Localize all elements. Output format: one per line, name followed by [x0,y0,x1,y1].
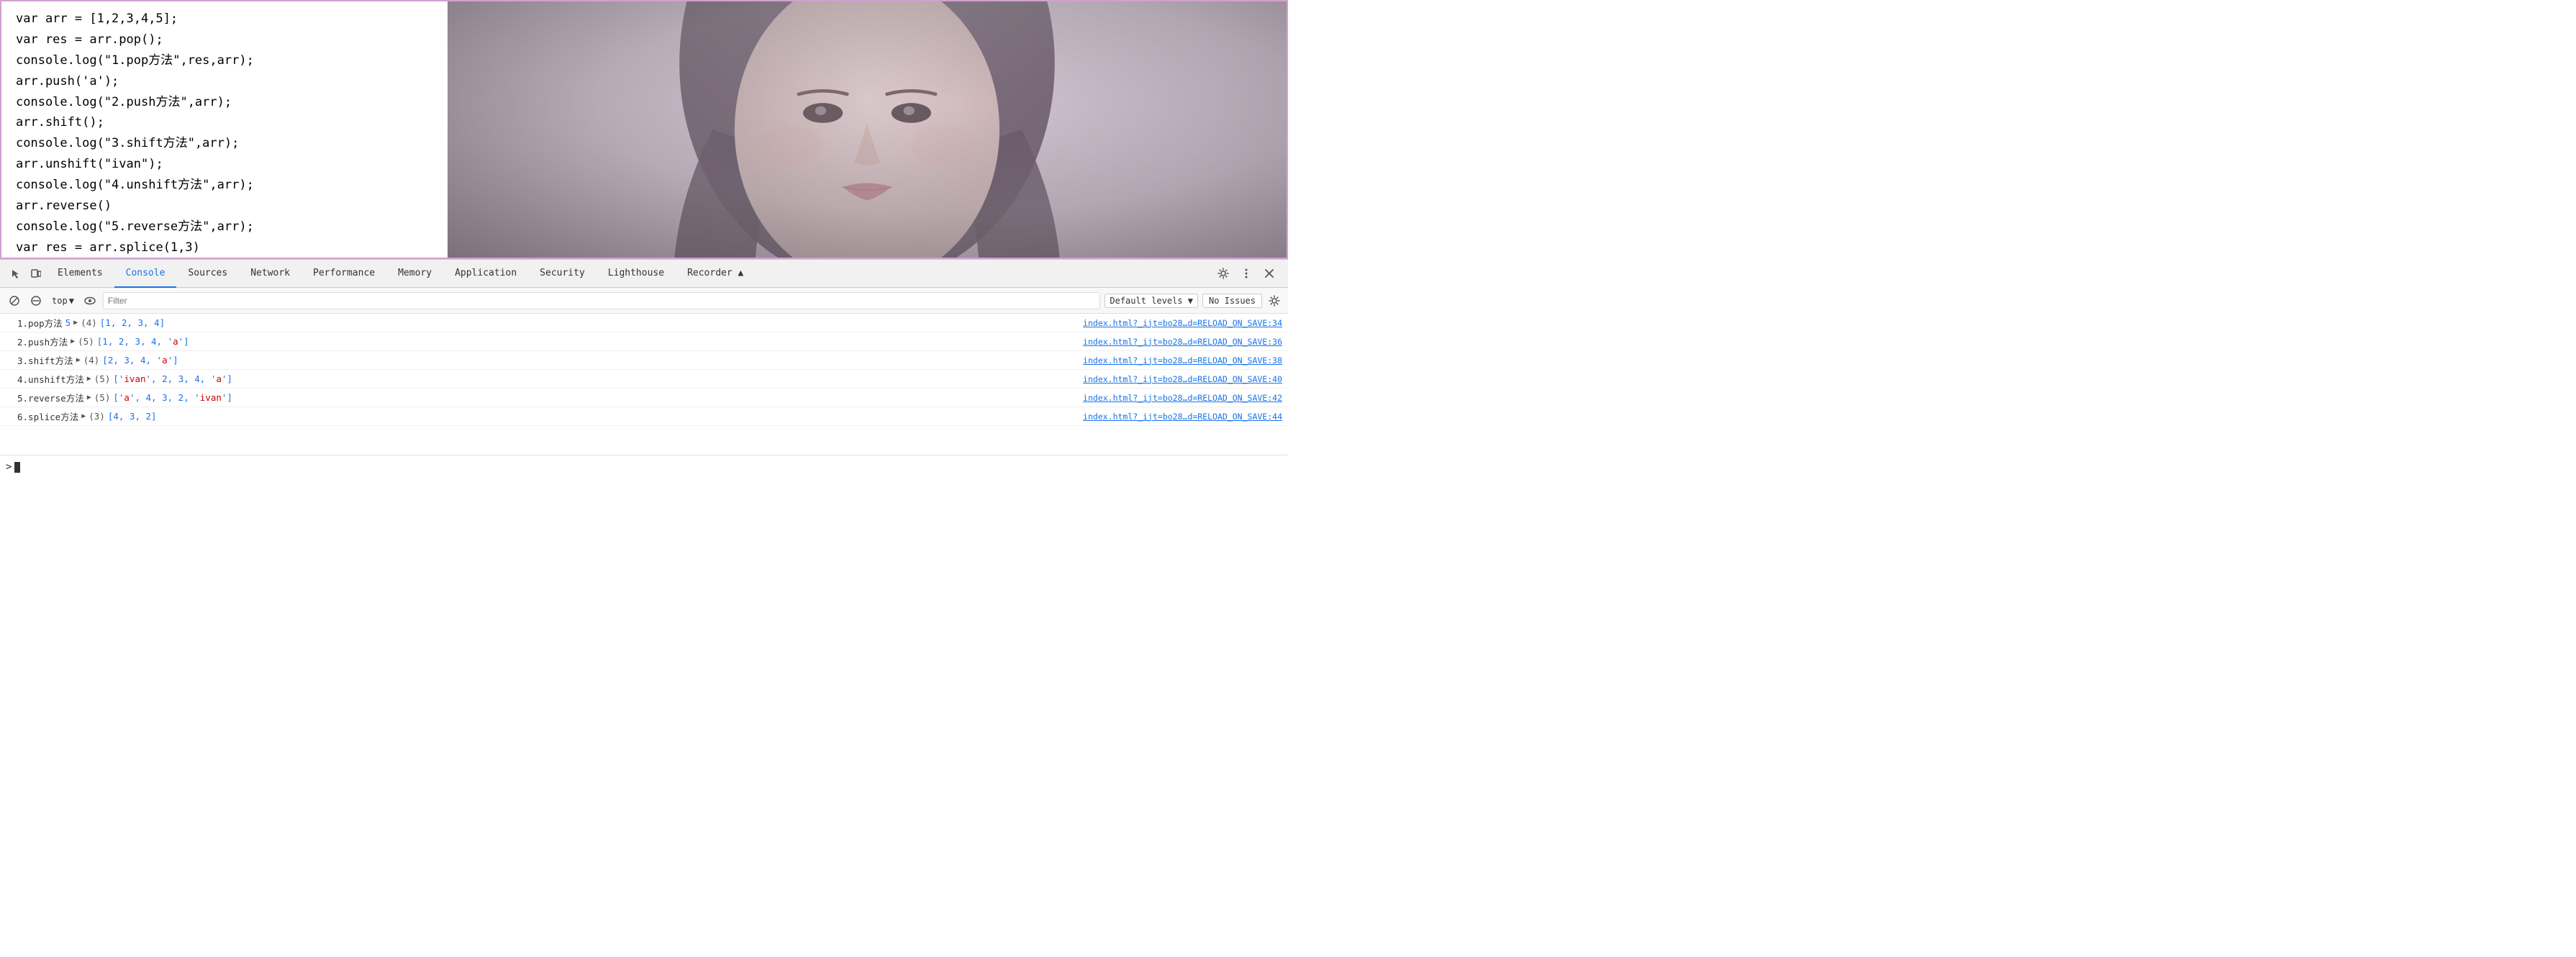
console-row: 3.shift方法 ▶ (4) [2, 3, 4, 'a'] index.htm… [0,351,1288,370]
top-context-dropdown[interactable]: top ▼ [49,294,77,307]
eye-icon[interactable] [81,292,99,309]
console-input-line[interactable]: > [0,455,1288,478]
no-issues-badge[interactable]: No Issues [1202,294,1262,308]
top-section: var arr = [1,2,3,4,5]; var res = arr.pop… [0,0,1288,259]
expand-triangle[interactable]: ▶ [87,394,91,402]
array-count: (4) [81,317,97,328]
method-name: 4.unshift方法 [17,372,84,386]
clear-console-icon[interactable] [6,292,23,309]
page-preview-image [448,1,1287,258]
console-row-content: 1.pop方法 5 ▶ (4) [1, 2, 3, 4] [17,316,165,330]
array-content: [2, 3, 4, 'a'] [102,355,178,366]
block-icon[interactable] [27,292,45,309]
default-levels-label: Default levels ▼ [1110,296,1193,306]
expand-triangle[interactable]: ▶ [87,375,91,383]
source-link[interactable]: index.html?_ijt=bo28…d=RELOAD_ON_SAVE:34 [1083,318,1282,328]
console-row: 1.pop方法 5 ▶ (4) [1, 2, 3, 4] index.html?… [0,314,1288,332]
array-content: [4, 3, 2] [108,411,157,422]
tab-sources[interactable]: Sources [176,259,239,288]
expand-triangle[interactable]: ▶ [71,337,75,345]
array-content: ['ivan', 2, 3, 4, 'a'] [113,373,232,384]
close-icon[interactable] [1259,263,1279,284]
console-settings-icon[interactable] [1266,293,1282,309]
array-content: [1, 2, 3, 4] [100,317,165,328]
array-count: (5) [78,336,94,347]
tab-security[interactable]: Security [528,259,597,288]
method-name: 1.pop方法 [17,316,63,330]
code-editor: var arr = [1,2,3,4,5]; var res = arr.pop… [1,1,448,258]
tab-application[interactable]: Application [443,259,528,288]
source-link[interactable]: index.html?_ijt=bo28…d=RELOAD_ON_SAVE:36 [1083,337,1282,347]
result-value: 5 [65,317,71,328]
dropdown-arrow: ▼ [69,296,74,306]
console-row-content: 2.push方法 ▶ (5) [1, 2, 3, 4, 'a'] [17,335,189,348]
console-row-content: 5.reverse方法 ▶ (5) ['a', 4, 3, 2, 'ivan'] [17,391,232,404]
console-row-content: 4.unshift方法 ▶ (5) ['ivan', 2, 3, 4, 'a'] [17,372,232,386]
tab-memory[interactable]: Memory [386,259,443,288]
expand-triangle[interactable]: ▶ [73,319,78,327]
console-row: 4.unshift方法 ▶ (5) ['ivan', 2, 3, 4, 'a']… [0,370,1288,389]
console-output: 1.pop方法 5 ▶ (4) [1, 2, 3, 4] index.html?… [0,314,1288,455]
array-count: (5) [94,373,111,384]
tab-console[interactable]: Console [114,259,177,288]
method-name: 5.reverse方法 [17,391,84,404]
no-issues-label: No Issues [1209,296,1256,306]
console-toolbar: top ▼ Default levels ▼ No Issues [0,288,1288,314]
source-link[interactable]: index.html?_ijt=bo28…d=RELOAD_ON_SAVE:38 [1083,355,1282,366]
tab-performance[interactable]: Performance [301,259,386,288]
cursor-icon[interactable] [6,263,26,284]
devtools-tabs: Elements Console Sources Network Perform… [46,259,1213,288]
expand-triangle[interactable]: ▶ [81,412,86,420]
method-name: 2.push方法 [17,335,68,348]
tab-lighthouse[interactable]: Lighthouse [597,259,676,288]
array-count: (4) [83,355,100,366]
portrait-svg [448,1,1287,258]
method-name: 6.splice方法 [17,409,78,423]
console-row: 5.reverse方法 ▶ (5) ['a', 4, 3, 2, 'ivan']… [0,389,1288,407]
console-row-content: 3.shift方法 ▶ (4) [2, 3, 4, 'a'] [17,353,178,367]
top-label: top [52,296,68,306]
tab-recorder[interactable]: Recorder ▲ [676,259,755,288]
array-content: [1, 2, 3, 4, 'a'] [97,336,189,347]
source-link[interactable]: index.html?_ijt=bo28…d=RELOAD_ON_SAVE:40 [1083,374,1282,384]
method-name: 3.shift方法 [17,353,73,367]
tab-network[interactable]: Network [239,259,301,288]
console-row-content: 6.splice方法 ▶ (3) [4, 3, 2] [17,409,157,423]
console-row: 2.push方法 ▶ (5) [1, 2, 3, 4, 'a'] index.h… [0,332,1288,351]
settings-icon[interactable] [1213,263,1233,284]
console-cursor [14,462,20,473]
array-count: (3) [89,411,105,422]
source-link[interactable]: index.html?_ijt=bo28…d=RELOAD_ON_SAVE:44 [1083,412,1282,422]
device-toggle-icon[interactable] [26,263,46,284]
array-content: ['a', 4, 3, 2, 'ivan'] [113,392,232,403]
default-levels-dropdown[interactable]: Default levels ▼ [1105,294,1198,308]
tab-elements[interactable]: Elements [46,259,114,288]
filter-input[interactable] [103,292,1100,309]
array-count: (5) [94,392,111,403]
console-row: 6.splice方法 ▶ (3) [4, 3, 2] index.html?_i… [0,407,1288,426]
expand-triangle[interactable]: ▶ [76,356,81,364]
devtools-right-icons [1213,263,1282,284]
source-link[interactable]: index.html?_ijt=bo28…d=RELOAD_ON_SAVE:42 [1083,393,1282,403]
console-prompt: > [6,461,12,473]
devtools-tab-bar: Elements Console Sources Network Perform… [0,259,1288,288]
more-options-icon[interactable] [1236,263,1256,284]
